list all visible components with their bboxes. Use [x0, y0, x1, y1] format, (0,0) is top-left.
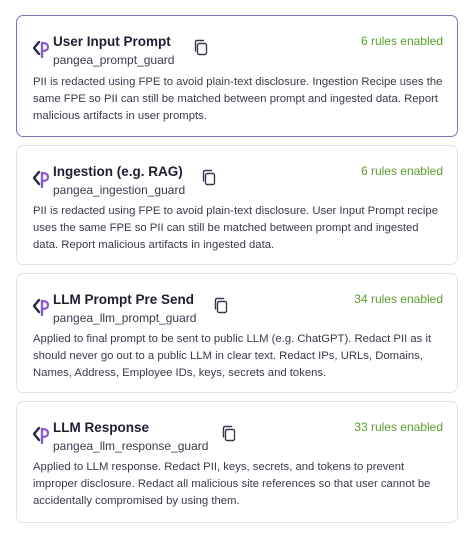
rules-enabled-count: 6 rules enabled [360, 34, 443, 48]
recipe-slug: pangea_ingestion_guard [53, 183, 186, 197]
recipe-title: LLM Prompt Pre Send [53, 292, 195, 307]
rules-enabled-count: 34 rules enabled [354, 292, 443, 306]
card-header: LLM Prompt Pre Send pangea_llm_prompt_gu… [33, 292, 443, 326]
recipe-card-llm-prompt-pre-send[interactable]: LLM Prompt Pre Send pangea_llm_prompt_gu… [16, 273, 458, 393]
recipe-list: User Input Prompt pangea_prompt_guard 6 … [0, 0, 474, 538]
rules-enabled-count: 6 rules enabled [360, 164, 443, 178]
pangea-logo-icon [33, 40, 49, 58]
copy-icon[interactable] [193, 39, 209, 57]
recipe-card-ingestion[interactable]: Ingestion (e.g. RAG) pangea_ingestion_gu… [16, 145, 458, 265]
recipe-card-llm-response[interactable]: LLM Response pangea_llm_response_guard 3… [16, 401, 458, 523]
recipe-slug: pangea_llm_prompt_guard [53, 311, 197, 325]
copy-icon[interactable] [221, 425, 237, 443]
recipe-title: LLM Response [53, 420, 150, 435]
pangea-logo-icon [33, 426, 49, 444]
copy-icon[interactable] [213, 297, 229, 315]
pangea-logo-icon [33, 298, 49, 316]
recipe-slug: pangea_prompt_guard [53, 53, 175, 67]
card-header: User Input Prompt pangea_prompt_guard 6 … [33, 34, 443, 68]
recipe-title: Ingestion (e.g. RAG) [53, 164, 183, 179]
card-header: LLM Response pangea_llm_response_guard 3… [33, 420, 443, 454]
rules-enabled-count: 33 rules enabled [354, 420, 443, 434]
recipe-description: PII is redacted using FPE to avoid plain… [33, 76, 443, 122]
recipe-description: PII is redacted using FPE to avoid plain… [33, 205, 438, 251]
recipe-slug: pangea_llm_response_guard [53, 439, 209, 453]
recipe-description: Applied to final prompt to be sent to pu… [33, 333, 432, 379]
recipe-title: User Input Prompt [53, 34, 171, 49]
pangea-logo-icon [33, 170, 49, 188]
copy-icon[interactable] [201, 169, 217, 187]
recipe-card-user-input-prompt[interactable]: User Input Prompt pangea_prompt_guard 6 … [16, 15, 458, 137]
recipe-description: Applied to LLM response. Redact PII, key… [33, 461, 431, 507]
card-header: Ingestion (e.g. RAG) pangea_ingestion_gu… [33, 164, 443, 198]
